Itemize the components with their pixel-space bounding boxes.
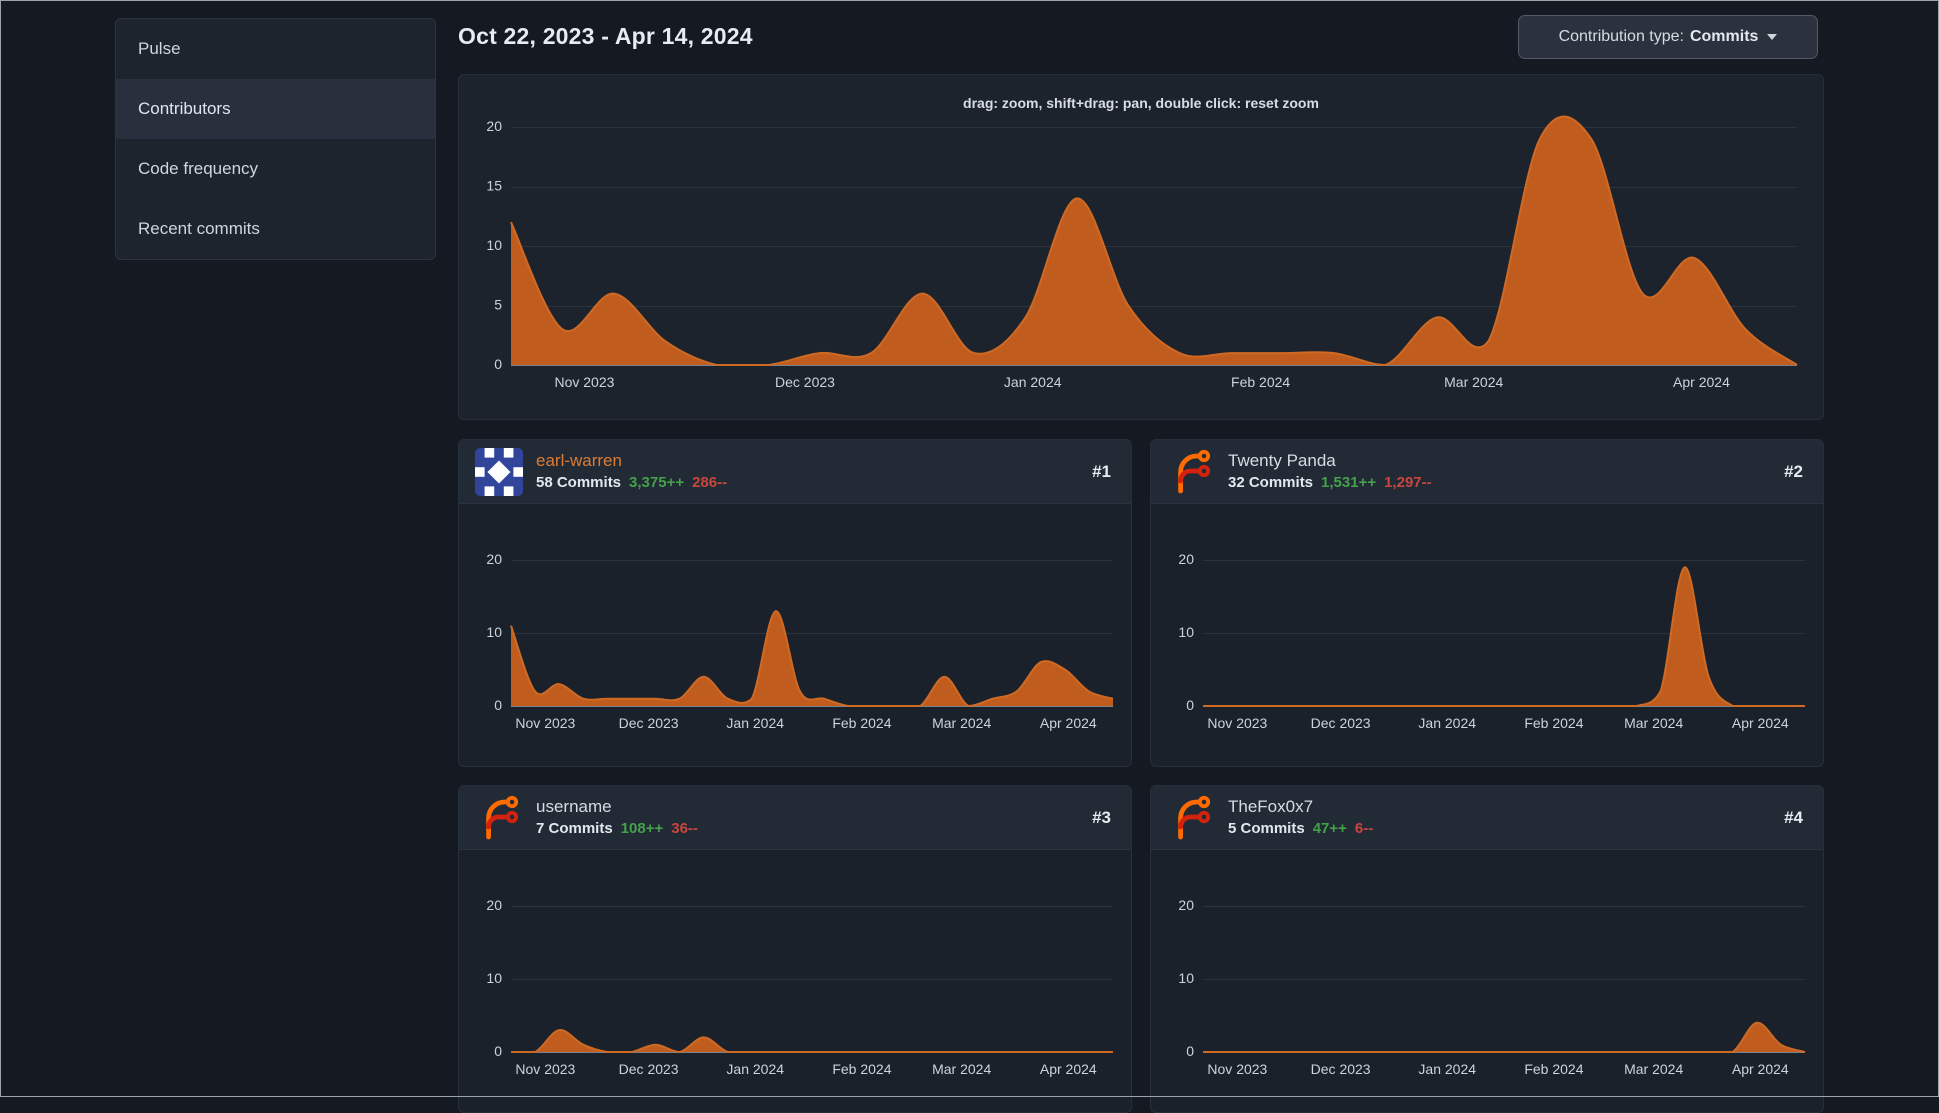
deletions-count: 1,297-- <box>1384 473 1432 491</box>
contribution-type-dropdown[interactable]: Contribution type: Commits <box>1518 15 1818 59</box>
date-range-title: Oct 22, 2023 - Apr 14, 2024 <box>458 23 753 49</box>
sidebar-item-contributors[interactable]: Contributors <box>116 79 435 139</box>
contributor-stats: 7 Commits 108++ 36-- <box>536 820 698 837</box>
sidebar-item-recent-commits[interactable]: Recent commits <box>116 199 435 259</box>
additions-count: 108++ <box>620 819 664 837</box>
commit-count: 7 Commits <box>536 819 613 837</box>
contributor-card: Twenty Panda 32 Commits 1,531++ 1,297-- … <box>1150 439 1824 767</box>
contributor-card: username 7 Commits 108++ 36-- #3 <box>458 785 1132 1113</box>
forgejo-logo-avatar[interactable] <box>1167 448 1215 496</box>
contributor-card-header: TheFox0x7 5 Commits 47++ 6-- #4 <box>1151 786 1823 850</box>
chart-zoom-hint: drag: zoom, shift+drag: pan, double clic… <box>963 95 1319 111</box>
activity-sidebar: Pulse Contributors Code frequency Recent… <box>115 18 436 260</box>
commit-count: 5 Commits <box>1228 819 1305 837</box>
contributor-chart-area <box>1151 850 1823 1112</box>
activity-chart-panel: drag: zoom, shift+drag: pan, double clic… <box>458 74 1824 420</box>
contributor-chart-area <box>1151 504 1823 766</box>
contributor-card-header: username 7 Commits 108++ 36-- #3 <box>459 786 1131 850</box>
contributor-stats: 32 Commits 1,531++ 1,297-- <box>1228 474 1432 491</box>
activity-chart-canvas[interactable] <box>459 75 1823 419</box>
contributor-card-header: Twenty Panda 32 Commits 1,531++ 1,297-- … <box>1151 440 1823 504</box>
contributor-rank: #1 <box>1092 461 1111 481</box>
commit-count: 58 Commits <box>536 473 622 491</box>
deletions-count: 6-- <box>1354 819 1374 837</box>
sidebar-item-pulse[interactable]: Pulse <box>116 19 435 79</box>
contributor-rank: #4 <box>1784 807 1803 827</box>
contributor-chart-canvas[interactable] <box>1151 850 1823 1112</box>
contributor-name-link[interactable]: Twenty Panda <box>1228 451 1432 471</box>
contributor-rank: #2 <box>1784 461 1803 481</box>
contributor-name-link[interactable]: username <box>536 797 698 817</box>
additions-count: 1,531++ <box>1321 473 1377 491</box>
contributor-chart-canvas[interactable] <box>459 504 1131 766</box>
contribution-type-value: Commits <box>1689 28 1759 45</box>
forgejo-logo-avatar[interactable] <box>1167 794 1215 842</box>
contributor-chart-area <box>459 850 1131 1112</box>
commit-count: 32 Commits <box>1228 473 1314 491</box>
contributor-chart-canvas[interactable] <box>1151 504 1823 766</box>
contributor-card: earl-warren 58 Commits 3,375++ 286-- #1 <box>458 439 1132 767</box>
deletions-count: 36-- <box>671 819 698 837</box>
contributor-stats: 5 Commits 47++ 6-- <box>1228 820 1373 837</box>
contribution-type-label: Contribution type: <box>1558 28 1684 45</box>
forgejo-logo-avatar[interactable] <box>475 794 523 842</box>
contributor-card-header: earl-warren 58 Commits 3,375++ 286-- #1 <box>459 440 1131 504</box>
caret-down-icon <box>1767 34 1778 40</box>
contributor-card: TheFox0x7 5 Commits 47++ 6-- #4 <box>1150 785 1824 1113</box>
contributor-name-link[interactable]: TheFox0x7 <box>1228 797 1373 817</box>
additions-count: 3,375++ <box>629 473 685 491</box>
contributor-chart-canvas[interactable] <box>459 850 1131 1112</box>
contributor-cards-grid: earl-warren 58 Commits 3,375++ 286-- #1 <box>458 439 1824 1113</box>
contributor-chart-area <box>459 504 1131 766</box>
sidebar-item-code-frequency[interactable]: Code frequency <box>116 139 435 199</box>
contributor-rank: #3 <box>1092 807 1111 827</box>
contributor-stats: 58 Commits 3,375++ 286-- <box>536 474 727 491</box>
contributor-name-link[interactable]: earl-warren <box>536 451 727 471</box>
identicon-avatar[interactable] <box>475 447 523 496</box>
deletions-count: 286-- <box>692 473 728 491</box>
additions-count: 47++ <box>1312 819 1347 837</box>
